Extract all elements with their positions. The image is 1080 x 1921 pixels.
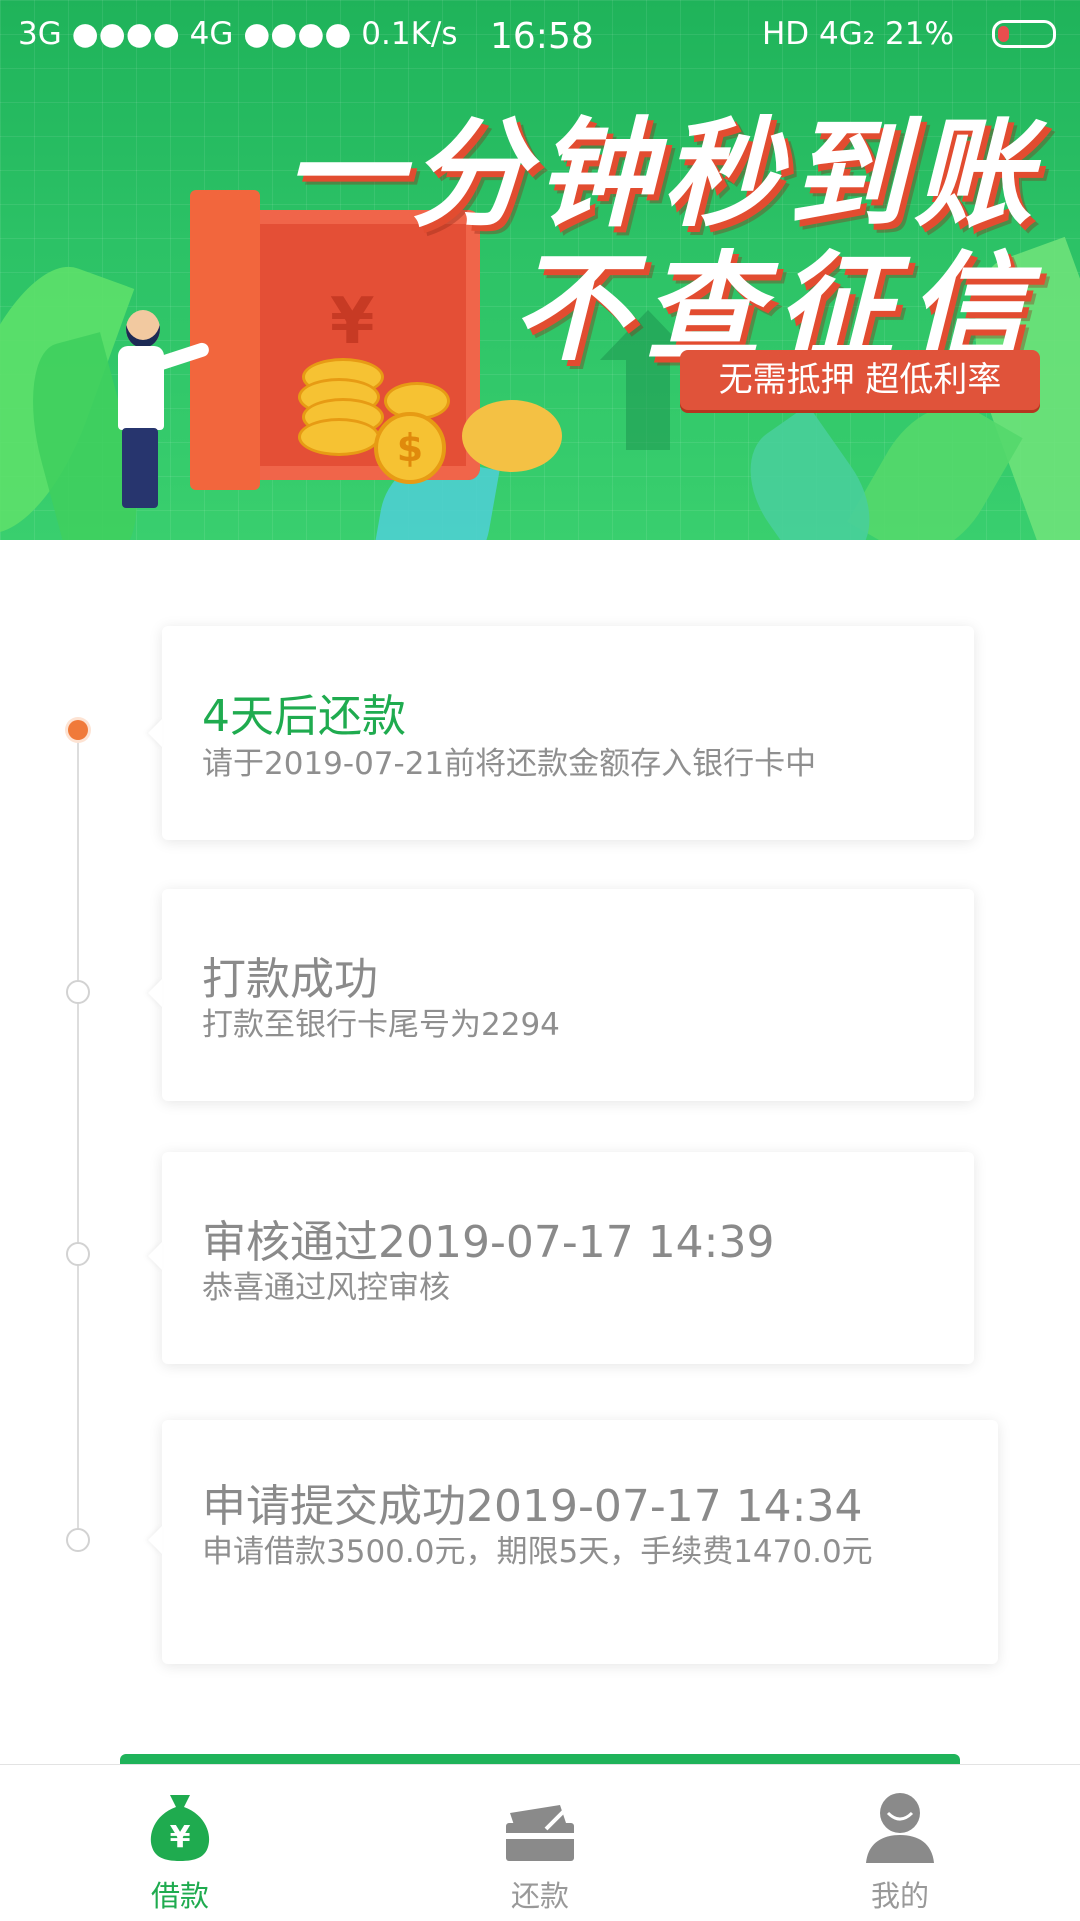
svg-text:¥: ¥ [170,1820,191,1855]
timeline-dot [66,980,90,1004]
card-title: 打款成功 [202,954,378,1005]
tab-repay[interactable]: 还款 [420,1765,660,1921]
system-indicators: HD 4G₂ 21% [762,16,954,52]
tab-borrow[interactable]: ¥ 借款 [60,1765,300,1921]
timeline-card-payment-success: 打款成功 打款至银行卡尾号为2294 [162,889,974,1101]
money-bag-icon: ¥ [150,1795,210,1861]
person-illustration-head [126,310,160,348]
timeline-card-application-submitted: 申请提交成功2019-07-17 14:34 申请借款3500.0元，期限5天，… [162,1420,998,1664]
card-description: 申请借款3500.0元，期限5天，手续费1470.0元 [202,1534,873,1570]
timeline-line [77,736,79,1542]
timeline-dot [66,1528,90,1552]
status-bar: 3G ●●●● 4G ●●●● 0.1K/s 16:58 HD 4G₂ 21% [0,0,1080,72]
user-icon [866,1793,934,1863]
network-status: 3G ●●●● 4G ●●●● 0.1K/s [18,16,458,52]
tab-label: 还款 [510,1879,569,1913]
tab-mine[interactable]: 我的 [780,1765,1020,1921]
person-illustration-body [118,346,164,430]
coin-icon [298,418,380,456]
piggy-bank-illustration [462,400,562,472]
card-description: 请于2019-07-21前将还款金额存入银行卡中 [202,746,817,782]
promo-banner[interactable]: ¥ $ 一分钟秒到账 不查征信 无需抵押 超低利率 3G ●●●● 4G ●●●… [0,0,1080,540]
tab-label: 我的 [870,1879,929,1913]
timeline-dot-active [68,720,88,740]
card-title: 申请提交成功2019-07-17 14:34 [202,1481,863,1532]
card-title: 4天后还款 [202,691,406,742]
timeline-dot [66,1242,90,1266]
card-description: 打款至银行卡尾号为2294 [202,1007,560,1043]
card-description: 恭喜通过风控审核 [202,1270,450,1306]
battery-icon [992,20,1056,48]
banner-tagline: 无需抵押 超低利率 [680,350,1040,410]
clock: 16:58 [490,16,594,57]
person-illustration-legs [122,428,158,508]
timeline-card-repayment-due: 4天后还款 请于2019-07-21前将还款金额存入银行卡中 [162,626,974,840]
card-title: 审核通过2019-07-17 14:39 [202,1217,775,1268]
card-icon [506,1805,574,1861]
battery-level [998,26,1009,42]
bottom-tab-bar: ¥ 借款 还款 我的 [0,1764,1080,1921]
tab-label: 借款 [150,1879,209,1913]
timeline-card-review-passed: 审核通过2019-07-17 14:39 恭喜通过风控审核 [162,1152,974,1364]
dollar-coin-icon: $ [374,412,446,484]
